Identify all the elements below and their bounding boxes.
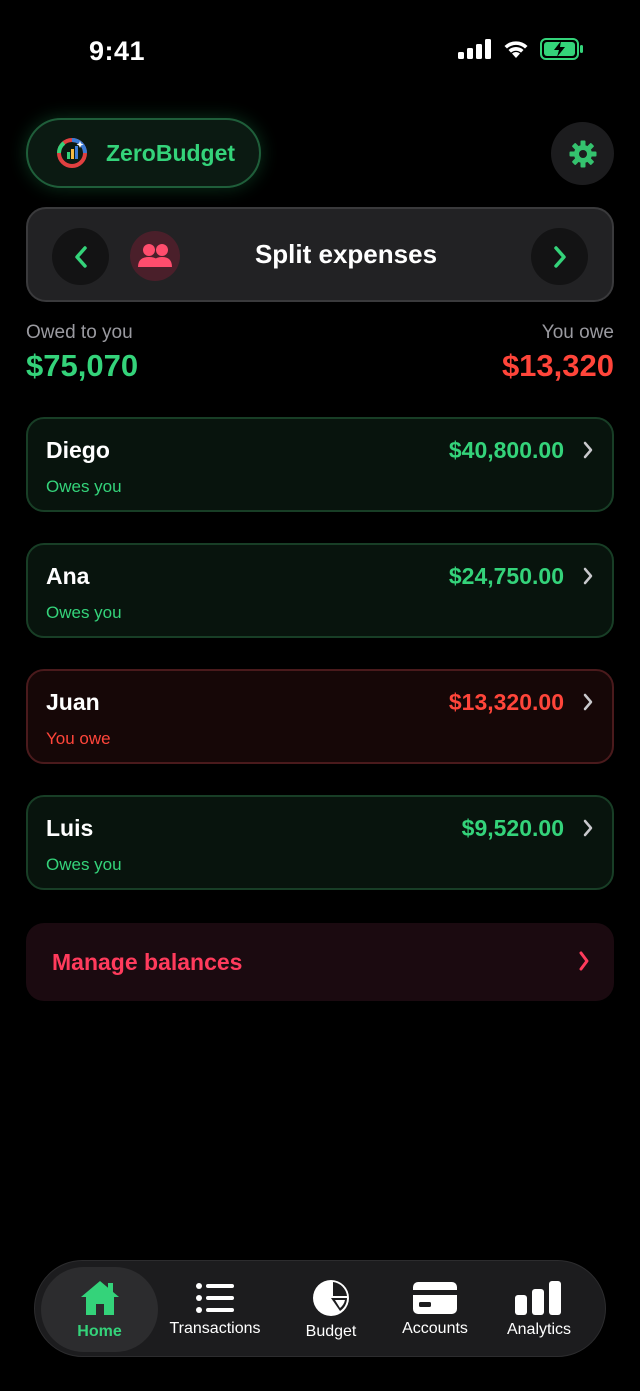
wifi-icon: [504, 41, 528, 58]
person-name: Ana: [46, 563, 90, 589]
tab-accounts[interactable]: Accounts: [385, 1267, 485, 1352]
person-name: Juan: [46, 689, 100, 715]
chevron-right-icon: [583, 567, 593, 585]
person-amount: $9,520.00: [461, 815, 564, 841]
person-status: Owes you: [46, 603, 122, 622]
battery-charging-icon: [540, 38, 583, 60]
person-amount: $40,800.00: [448, 437, 564, 463]
status-icons: [458, 38, 584, 60]
you-owe-value: $13,320: [501, 348, 614, 383]
person-amount: $13,320.00: [448, 689, 564, 715]
tab-home[interactable]: Home: [41, 1267, 158, 1352]
brand-pill[interactable]: ZeroBudget: [26, 118, 261, 188]
person-status: Owes you: [46, 855, 122, 874]
person-card-ana[interactable]: Ana Owes you $24,750.00: [26, 543, 614, 638]
person-amount: $24,750.00: [448, 563, 564, 589]
owed-to-you-value: $75,070: [26, 348, 139, 383]
section-title: Split expenses: [254, 239, 438, 269]
person-card-luis[interactable]: Luis Owes you $9,520.00: [26, 795, 614, 890]
app-logo-icon: [57, 138, 87, 168]
manage-balances-button[interactable]: Manage balances: [26, 923, 614, 1001]
person-name: Luis: [46, 815, 94, 841]
person-card-juan[interactable]: Juan You owe $13,320.00: [26, 669, 614, 764]
person-name: Diego: [46, 437, 110, 463]
cellular-signal-icon: [458, 39, 491, 59]
pie-chart-icon: [313, 1279, 349, 1316]
tab-label: Analytics: [506, 1320, 572, 1338]
home-icon: [80, 1280, 119, 1315]
chevron-right-icon: [553, 245, 566, 268]
status-bar: 9:41: [0, 0, 640, 100]
tab-label: Home: [77, 1322, 122, 1340]
tab-analytics[interactable]: Analytics: [489, 1267, 589, 1352]
next-section-button[interactable]: [531, 228, 588, 285]
you-owe-label: You owe: [541, 322, 614, 343]
tab-transactions[interactable]: Transactions: [159, 1267, 271, 1352]
section-selector: Split expenses: [26, 207, 614, 302]
app-name: ZeroBudget: [106, 139, 236, 166]
person-status: You owe: [46, 729, 111, 748]
status-time: 9:41: [89, 36, 146, 66]
bar-chart-icon: [515, 1280, 561, 1315]
person-card-diego[interactable]: Diego Owes you $40,800.00: [26, 417, 614, 512]
chevron-right-icon: [579, 951, 589, 971]
chevron-right-icon: [583, 441, 593, 459]
person-status: Owes you: [46, 477, 122, 496]
chevron-right-icon: [583, 819, 593, 837]
tab-bar: Home Transactions Budget Accounts Analyt…: [34, 1260, 606, 1357]
tab-budget[interactable]: Budget: [281, 1267, 381, 1352]
settings-button[interactable]: [551, 122, 614, 185]
tab-label: Budget: [305, 1322, 357, 1340]
owed-to-you-label: Owed to you: [26, 322, 133, 343]
chevron-right-icon: [583, 693, 593, 711]
card-icon: [413, 1281, 457, 1314]
gear-icon: [569, 140, 596, 167]
tab-label: Accounts: [402, 1319, 468, 1337]
tab-label: Transactions: [169, 1319, 261, 1337]
manage-balances-label: Manage balances: [52, 948, 243, 975]
list-icon: [196, 1282, 234, 1313]
